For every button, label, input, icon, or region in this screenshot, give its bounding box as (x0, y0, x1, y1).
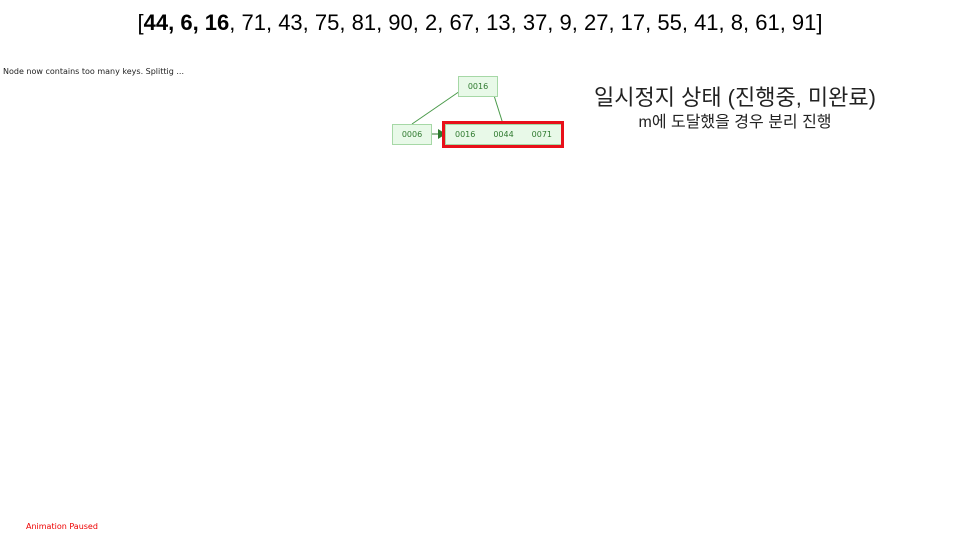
animation-status: Animation Paused (26, 522, 98, 531)
node-key: 0006 (401, 130, 423, 139)
edge-root-left (411, 88, 464, 125)
tree-node-left: 0006 (392, 124, 432, 145)
tree-node-root: 0016 (458, 76, 498, 97)
node-key: 0016 (467, 82, 489, 91)
annotation-subtitle: m에 도달했을 경우 분리 진행 (638, 114, 832, 131)
highlight-box (442, 121, 564, 148)
